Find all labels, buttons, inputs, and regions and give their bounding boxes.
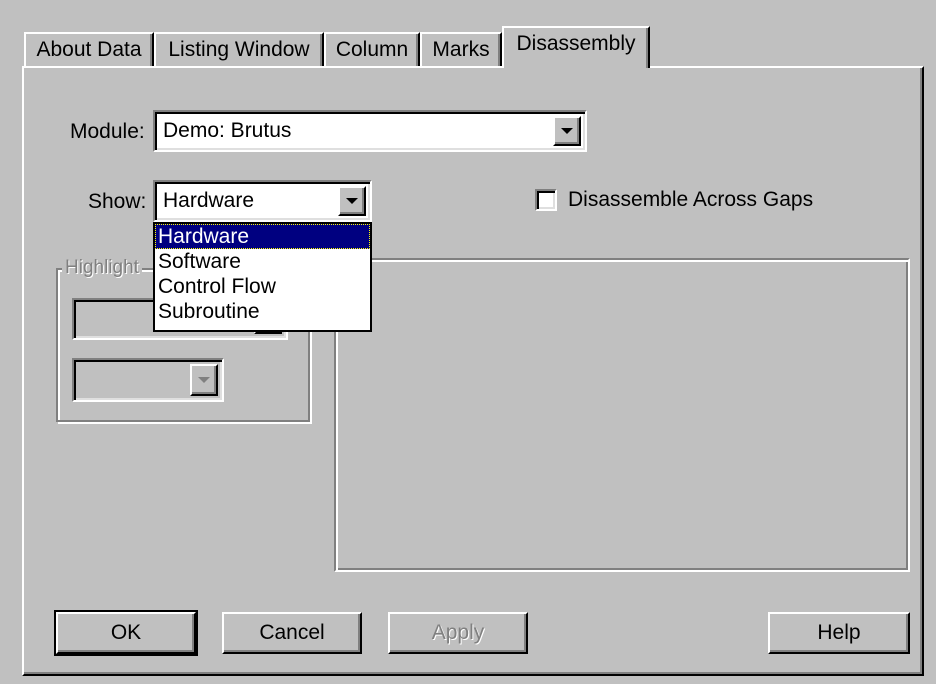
apply-button[interactable]: Apply bbox=[388, 612, 528, 654]
cancel-button[interactable]: Cancel bbox=[222, 612, 362, 654]
highlight-2-dropdown-button bbox=[190, 364, 218, 396]
show-option-control-flow[interactable]: Control Flow bbox=[155, 274, 370, 299]
tab-column[interactable]: Column bbox=[324, 32, 420, 66]
tab-label: Disassembly bbox=[516, 32, 636, 55]
tab-about-data[interactable]: About Data bbox=[24, 32, 154, 66]
preview-panel bbox=[334, 258, 910, 572]
apply-button-label: Apply bbox=[431, 621, 485, 644]
show-dropdown-button[interactable] bbox=[338, 186, 366, 216]
chevron-down-icon bbox=[346, 198, 358, 204]
show-option-subroutine[interactable]: Subroutine bbox=[155, 299, 370, 324]
module-combo[interactable]: Demo: Brutus bbox=[153, 110, 587, 152]
tab-label: About Data bbox=[36, 38, 142, 61]
show-dropdown-list: Hardware Software Control Flow Subroutin… bbox=[153, 222, 372, 332]
highlight-combo-2 bbox=[72, 358, 224, 402]
show-option-hardware[interactable]: Hardware bbox=[155, 224, 370, 249]
tab-marks[interactable]: Marks bbox=[420, 32, 502, 66]
cancel-button-label: Cancel bbox=[259, 621, 325, 644]
ok-button-label: OK bbox=[110, 621, 142, 644]
disassemble-across-gaps-checkbox[interactable] bbox=[535, 189, 557, 211]
show-combo[interactable]: Hardware bbox=[153, 180, 372, 222]
highlight-group-title: Highlight bbox=[62, 257, 142, 279]
show-option-software[interactable]: Software bbox=[155, 249, 370, 274]
chevron-down-icon bbox=[561, 128, 573, 134]
tab-disassembly[interactable]: Disassembly bbox=[502, 26, 650, 68]
properties-dialog: About Data Listing Window Column Marks D… bbox=[0, 0, 936, 684]
module-label: Module: bbox=[70, 120, 145, 143]
disassemble-across-gaps-label[interactable]: Disassemble Across Gaps bbox=[568, 188, 813, 212]
tab-label: Column bbox=[335, 38, 409, 61]
chevron-down-icon bbox=[198, 377, 210, 383]
show-value: Hardware bbox=[163, 189, 255, 212]
module-value: Demo: Brutus bbox=[163, 119, 292, 142]
module-dropdown-button[interactable] bbox=[553, 116, 581, 146]
help-button-label: Help bbox=[817, 621, 861, 644]
tab-listing-window[interactable]: Listing Window bbox=[154, 32, 324, 66]
show-label: Show: bbox=[88, 190, 147, 213]
tab-label: Listing Window bbox=[168, 38, 310, 61]
ok-button[interactable]: OK bbox=[54, 610, 198, 656]
tab-label: Marks bbox=[432, 38, 490, 61]
help-button[interactable]: Help bbox=[768, 612, 910, 654]
